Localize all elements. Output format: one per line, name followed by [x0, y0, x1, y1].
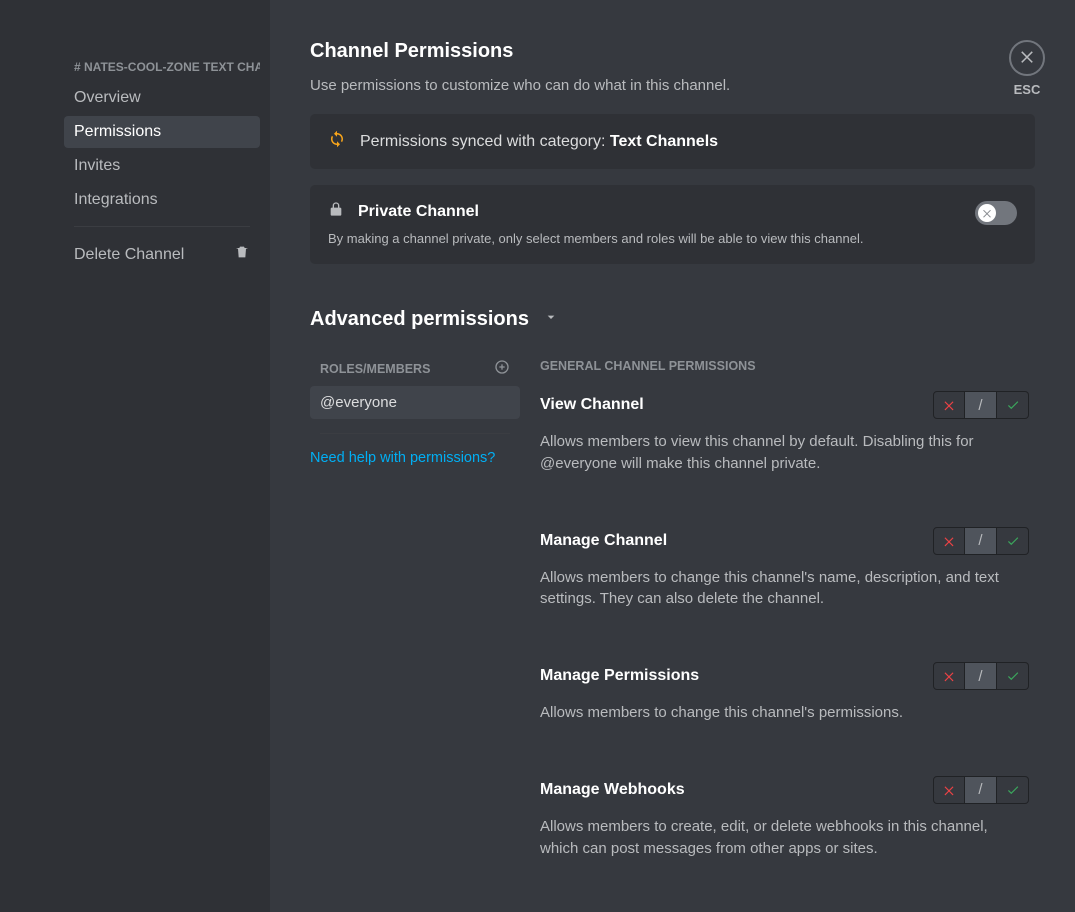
perm-manage-permissions-toggle: / — [933, 662, 1029, 690]
trash-icon — [234, 244, 250, 265]
nav-overview[interactable]: Overview — [64, 82, 260, 114]
sync-banner: Permissions synced with category: Text C… — [310, 114, 1035, 169]
nav-delete-channel[interactable]: Delete Channel — [64, 237, 260, 272]
close-button[interactable] — [1009, 40, 1045, 76]
sidebar-channel-header: # NATES-COOL-ZONE TEXT CHANNELS — [64, 60, 260, 82]
nav-invites[interactable]: Invites — [64, 150, 260, 182]
perm-manage-permissions-desc: Allows members to change this channel's … — [540, 702, 1029, 724]
private-channel-title-row: Private Channel — [328, 201, 961, 222]
add-role-button[interactable] — [494, 359, 510, 378]
lock-icon — [328, 201, 344, 222]
slash-icon: / — [978, 668, 982, 685]
nav-overview-label: Overview — [74, 89, 141, 107]
close-icon — [1018, 47, 1036, 70]
perm-manage-permissions-neutral[interactable]: / — [965, 662, 997, 690]
role-item-everyone[interactable]: @everyone — [310, 386, 520, 419]
perm-manage-webhooks-allow[interactable] — [997, 776, 1029, 804]
page-subtitle: Use permissions to customize who can do … — [310, 77, 1035, 94]
roles-divider — [320, 433, 510, 434]
nav-permissions[interactable]: Permissions — [64, 116, 260, 148]
nav-permissions-label: Permissions — [74, 123, 161, 141]
permissions-column: GENERAL CHANNEL PERMISSIONS View Channel… — [540, 351, 1035, 912]
perm-manage-channel-deny[interactable] — [933, 527, 965, 555]
private-channel-desc: By making a channel private, only select… — [328, 230, 961, 248]
perm-manage-permissions-deny[interactable] — [933, 662, 965, 690]
perm-section-general: GENERAL CHANNEL PERMISSIONS — [540, 359, 1029, 373]
perm-view-channel-desc: Allows members to view this channel by d… — [540, 431, 1029, 475]
nav-invites-label: Invites — [74, 157, 120, 175]
advanced-permissions-header[interactable]: Advanced permissions — [310, 308, 1035, 331]
roles-header: ROLES/MEMBERS — [310, 351, 520, 378]
nav-integrations-label: Integrations — [74, 191, 158, 209]
perm-view-channel: View Channel / Allows members to view th… — [540, 391, 1029, 475]
slash-icon: / — [978, 532, 982, 549]
close-label: ESC — [1009, 82, 1045, 97]
private-channel-title: Private Channel — [358, 203, 479, 221]
perm-manage-channel-allow[interactable] — [997, 527, 1029, 555]
perm-manage-webhooks-neutral[interactable]: / — [965, 776, 997, 804]
advanced-permissions-label: Advanced permissions — [310, 308, 529, 331]
perm-manage-channel-name: Manage Channel — [540, 532, 667, 550]
perm-manage-webhooks-deny[interactable] — [933, 776, 965, 804]
role-everyone-label: @everyone — [320, 394, 397, 411]
perm-manage-channel-toggle: / — [933, 527, 1029, 555]
perm-manage-webhooks-desc: Allows members to create, edit, or delet… — [540, 816, 1029, 860]
settings-sidebar: # NATES-COOL-ZONE TEXT CHANNELS Overview… — [0, 0, 270, 912]
perm-manage-webhooks-name: Manage Webhooks — [540, 781, 685, 799]
perm-manage-permissions-name: Manage Permissions — [540, 667, 699, 685]
perm-view-channel-neutral[interactable]: / — [965, 391, 997, 419]
nav-integrations[interactable]: Integrations — [64, 184, 260, 216]
sync-text: Permissions synced with category: Text C… — [360, 133, 718, 151]
perm-manage-webhooks: Manage Webhooks / Allows members to crea… — [540, 776, 1029, 860]
roles-column: ROLES/MEMBERS @everyone Need help with p… — [310, 351, 520, 912]
perm-view-channel-allow[interactable] — [997, 391, 1029, 419]
permissions-help-link[interactable]: Need help with permissions? — [310, 448, 520, 468]
perm-view-channel-name: View Channel — [540, 396, 644, 414]
close-area: ESC — [1009, 40, 1045, 97]
private-channel-toggle[interactable] — [975, 201, 1017, 225]
nav-delete-channel-label: Delete Channel — [74, 246, 184, 264]
slash-icon: / — [978, 397, 982, 414]
main-content: ESC Channel Permissions Use permissions … — [270, 0, 1075, 912]
perm-manage-permissions: Manage Permissions / Allows members to c… — [540, 662, 1029, 724]
page-title: Channel Permissions — [310, 40, 1035, 63]
toggle-knob — [978, 204, 996, 222]
private-channel-card: Private Channel By making a channel priv… — [310, 185, 1035, 264]
perm-manage-channel: Manage Channel / Allows members to chang… — [540, 527, 1029, 611]
perm-manage-webhooks-toggle: / — [933, 776, 1029, 804]
perm-manage-channel-neutral[interactable]: / — [965, 527, 997, 555]
perm-view-channel-toggle: / — [933, 391, 1029, 419]
sync-category: Text Channels — [610, 133, 718, 150]
perm-manage-permissions-allow[interactable] — [997, 662, 1029, 690]
sync-icon — [328, 130, 346, 153]
roles-header-label: ROLES/MEMBERS — [320, 362, 430, 376]
slash-icon: / — [978, 781, 982, 798]
perm-manage-channel-desc: Allows members to change this channel's … — [540, 567, 1029, 611]
chevron-down-icon — [543, 308, 559, 331]
sidebar-divider — [74, 226, 250, 227]
perm-view-channel-deny[interactable] — [933, 391, 965, 419]
